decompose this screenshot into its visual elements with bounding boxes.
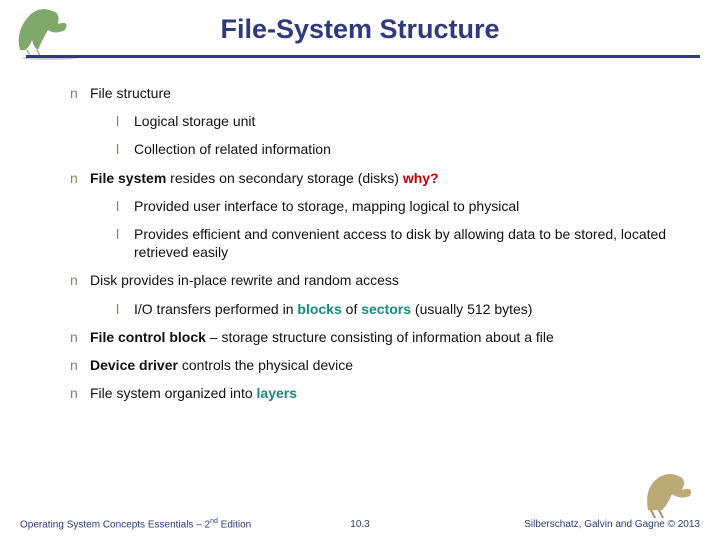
bullet-text: File system organized into layers (90, 384, 680, 402)
footer-right: Silberschatz, Galvin and Gagne © 2013 (524, 519, 700, 530)
bullet-marker: n (70, 271, 90, 289)
bullet-marker: n (70, 384, 90, 402)
bullet-text: Provided user interface to storage, mapp… (134, 197, 680, 215)
bullet-lv1: nFile system resides on secondary storag… (70, 169, 690, 187)
footer-left-sup: nd (210, 518, 218, 525)
bullet-lv2: lCollection of related information (116, 140, 690, 158)
bullet-text: Provides efficient and convenient access… (134, 225, 680, 261)
bullet-text: File system resides on secondary storage… (90, 169, 680, 187)
bullet-marker: n (70, 84, 90, 102)
footer-left-text-b: Edition (218, 519, 251, 530)
bullet-lv1: nDisk provides in-place rewrite and rand… (70, 271, 690, 289)
bullet-text: I/O transfers performed in blocks of sec… (134, 300, 680, 318)
title-rule (26, 55, 700, 58)
bullet-lv1: nFile control block – storage structure … (70, 328, 690, 346)
dinosaur-decoration (636, 460, 716, 520)
bullet-marker: n (70, 169, 90, 187)
bullet-marker: l (116, 112, 134, 130)
bullet-marker: l (116, 140, 134, 158)
slide-body: nFile structurelLogical storage unitlCol… (0, 68, 720, 402)
bullet-lv2: lI/O transfers performed in blocks of se… (116, 300, 690, 318)
bullet-marker: n (70, 356, 90, 374)
footer-left: Operating System Concepts Essentials – 2… (20, 518, 251, 530)
bullet-text: File structure (90, 84, 680, 102)
bullet-text: Collection of related information (134, 140, 680, 158)
bullet-text: File control block – storage structure c… (90, 328, 680, 346)
bullet-text: Logical storage unit (134, 112, 680, 130)
bullet-lv2: lProvided user interface to storage, map… (116, 197, 690, 215)
dinosaur-logo (10, 0, 90, 60)
bullet-marker: l (116, 197, 134, 215)
footer-left-text-a: Operating System Concepts Essentials – 2 (20, 519, 210, 530)
bullet-lv1: nFile system organized into layers (70, 384, 690, 402)
slide-header: File-System Structure (0, 0, 720, 68)
bullet-lv2: lProvides efficient and convenient acces… (116, 225, 690, 261)
bullet-text: Device driver controls the physical devi… (90, 356, 680, 374)
bullet-marker: l (116, 300, 134, 318)
bullet-marker: l (116, 225, 134, 243)
bullet-text: Disk provides in-place rewrite and rando… (90, 271, 680, 289)
bullet-lv1: nDevice driver controls the physical dev… (70, 356, 690, 374)
bullet-lv1: nFile structure (70, 84, 690, 102)
bullet-lv2: lLogical storage unit (116, 112, 690, 130)
slide-title: File-System Structure (0, 0, 720, 45)
bullet-marker: n (70, 328, 90, 346)
footer-page-number: 10.3 (350, 519, 369, 530)
